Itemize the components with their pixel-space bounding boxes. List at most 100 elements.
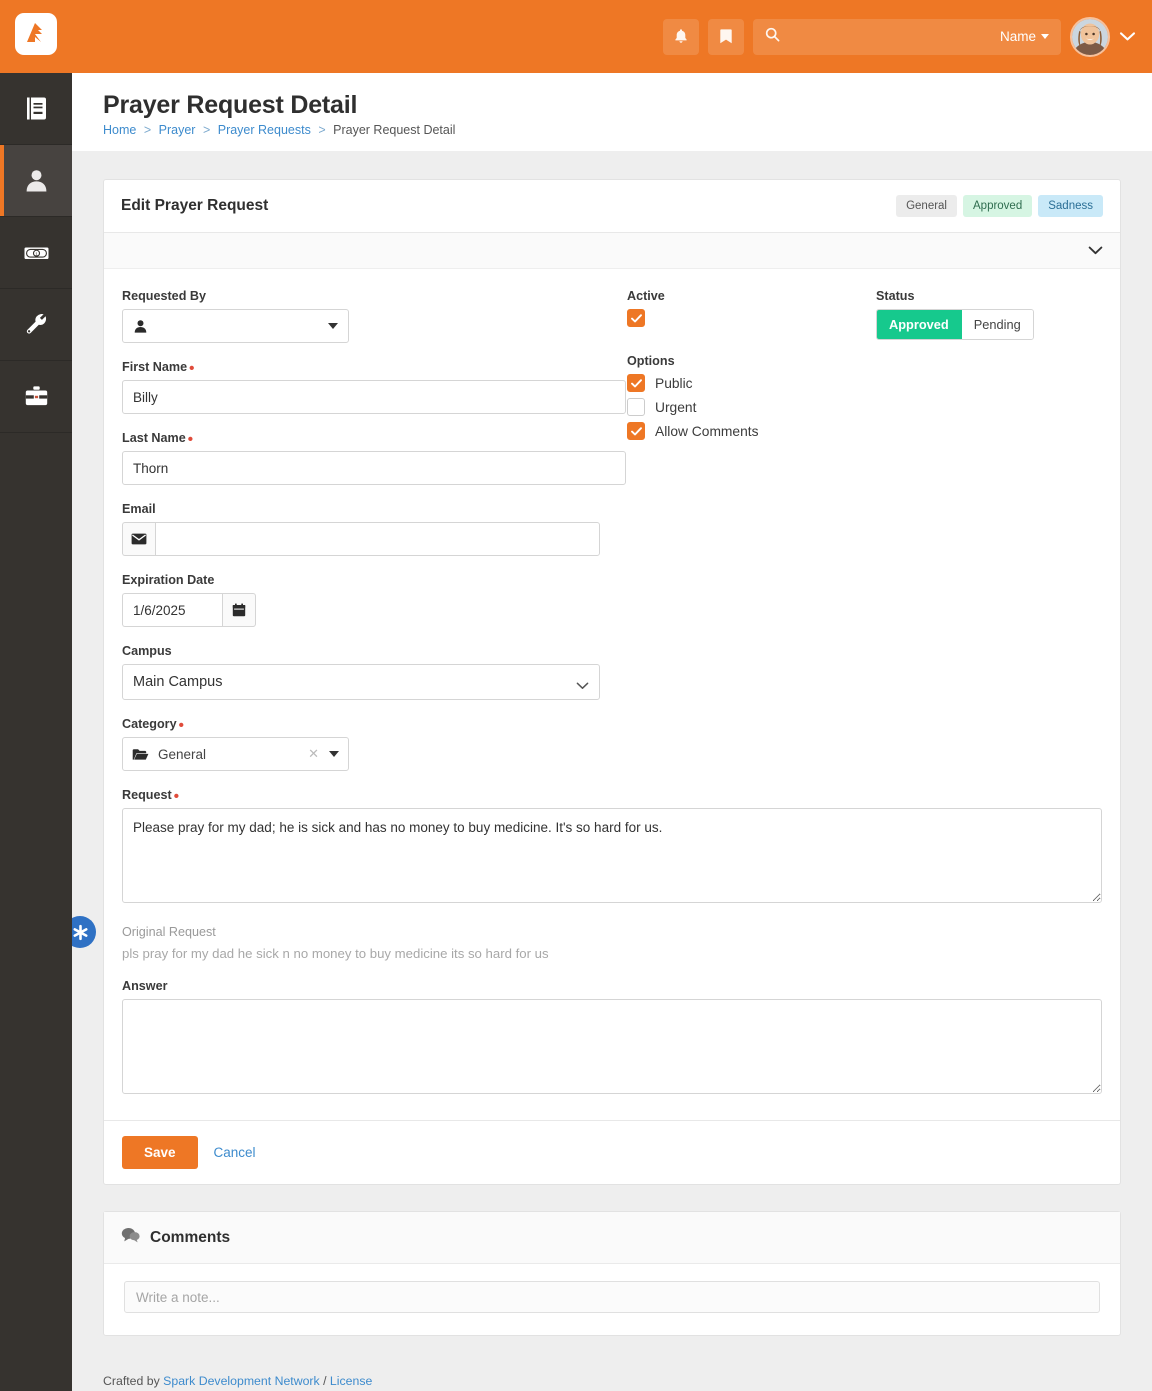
first-name-input[interactable]: [122, 380, 626, 414]
first-name-label: First Name •: [122, 360, 626, 376]
status-badge-approved: Approved: [963, 194, 1033, 218]
clear-x-icon[interactable]: ✕: [308, 746, 319, 762]
original-request-text: pls pray for my dad he sick n no money t…: [122, 946, 549, 961]
breadcrumb-separator: >: [202, 122, 211, 137]
status-badge-general: General: [896, 194, 957, 218]
asterisk-icon: [72, 916, 96, 948]
notifications-button[interactable]: [663, 18, 699, 55]
status-badge-sadness: Sadness: [1038, 194, 1103, 218]
save-button[interactable]: Save: [122, 1136, 198, 1169]
cancel-button[interactable]: Cancel: [214, 1145, 256, 1160]
chevron-down-icon: [1088, 246, 1103, 255]
email-input[interactable]: [154, 522, 600, 556]
email-label: Email: [122, 502, 156, 516]
category-group: Category • General ✕: [122, 717, 626, 771]
money-bill-icon: 1: [24, 247, 48, 259]
person-icon: [26, 170, 46, 192]
note-input[interactable]: [124, 1281, 1100, 1313]
bookmarks-button[interactable]: [708, 18, 744, 55]
toolbox-icon: [25, 386, 47, 406]
active-group: Active: [627, 289, 876, 327]
panel-title: Edit Prayer Request: [121, 197, 269, 214]
category-label-text: Category: [122, 717, 177, 731]
check-icon: [630, 426, 642, 435]
panel-footer-actions: Save Cancel: [104, 1120, 1120, 1184]
avatar[interactable]: [1070, 16, 1110, 57]
bell-icon: [675, 29, 687, 43]
breadcrumb-item-prayer-requests[interactable]: Prayer Requests: [218, 123, 311, 137]
search-scope-label: Name: [999, 29, 1036, 44]
breadcrumb-item-prayer[interactable]: Prayer: [159, 123, 196, 137]
sidebar-item-people[interactable]: [0, 145, 72, 217]
first-name-label-text: First Name: [122, 360, 188, 374]
category-value: General: [158, 746, 207, 762]
option-checkbox-public[interactable]: [627, 374, 645, 392]
option-row-allow-comments: Allow Comments: [627, 422, 876, 440]
page-header: Prayer Request Detail Home > Prayer > Pr…: [72, 73, 1152, 151]
request-label: Request •: [122, 788, 1102, 804]
active-checkbox[interactable]: [627, 309, 645, 327]
rock-rms-logo[interactable]: [15, 13, 57, 55]
search-input[interactable]: [780, 28, 1000, 45]
request-textarea[interactable]: [122, 808, 1102, 903]
form-left-column: Requested By First Name • Billy Last Nam…: [122, 289, 626, 788]
last-name-input[interactable]: [122, 451, 626, 485]
status-group: Status Approved Pending: [876, 289, 1102, 340]
status-toggle-approved[interactable]: Approved: [877, 310, 962, 339]
form-middle-column: Active Options Public Urgent Allow Comme…: [626, 289, 876, 788]
first-name-group: First Name •: [122, 360, 626, 414]
avatar-image: [1072, 18, 1108, 55]
bookmark-icon: [720, 29, 732, 44]
global-search-box[interactable]: Name: [753, 18, 1061, 55]
footer-prefix: Crafted by: [103, 1374, 164, 1388]
calendar-icon: [232, 603, 246, 617]
sidebar-item-tools[interactable]: [0, 289, 72, 361]
sidebar-item-finance[interactable]: 1: [0, 217, 72, 289]
breadcrumb-separator: >: [318, 122, 326, 137]
category-picker[interactable]: General ✕: [122, 737, 349, 771]
footer-org-link[interactable]: Spark Development Network: [163, 1374, 320, 1388]
caret-down-icon: [328, 323, 338, 329]
option-row-public: Public: [627, 374, 876, 392]
comments-icon: [121, 1227, 140, 1248]
requested-by-person-picker[interactable]: [122, 309, 349, 343]
option-checkbox-urgent[interactable]: [627, 398, 645, 416]
sidebar-item-cms[interactable]: [0, 73, 72, 145]
original-request-block: Original Request pls pray for my dad he …: [72, 916, 1102, 961]
rock-rms-logo-glyph: [27, 23, 42, 42]
svg-text:1: 1: [35, 252, 38, 257]
footer-license-link[interactable]: License: [330, 1374, 372, 1388]
comments-title: Comments: [150, 1228, 231, 1246]
status-toggle-group: Approved Pending: [876, 309, 1034, 340]
check-icon: [630, 378, 642, 387]
required-marker: •: [178, 717, 184, 734]
options-group: Options Public Urgent Allow Comments: [627, 354, 876, 440]
envelope-icon: [122, 522, 155, 556]
expiration-date-input[interactable]: [122, 593, 222, 627]
footer-credit: Crafted by Spark Development Network / L…: [103, 1374, 1121, 1388]
answer-textarea[interactable]: [122, 999, 1102, 1094]
panel-collapse-toggle[interactable]: [104, 233, 1120, 269]
search-scope-dropdown[interactable]: Name: [1000, 29, 1049, 44]
status-toggle-pending[interactable]: Pending: [961, 310, 1033, 339]
breadcrumb-item-home[interactable]: Home: [103, 123, 136, 137]
main-sidebar: 1: [0, 73, 72, 1391]
wrench-icon: [26, 313, 46, 334]
active-checkbox-row: [627, 309, 876, 327]
search-icon: [765, 27, 780, 47]
user-menu-button[interactable]: [1119, 31, 1136, 42]
footer-divider: /: [319, 1374, 330, 1388]
campus-group: Campus Main Campus: [122, 644, 626, 700]
calendar-picker-button[interactable]: [222, 593, 256, 627]
panel-body: Requested By First Name • Billy Last Nam…: [72, 269, 1120, 1120]
breadcrumb-separator: >: [143, 122, 152, 137]
option-label-allow-comments: Allow Comments: [655, 423, 759, 439]
sidebar-item-admin[interactable]: [0, 361, 72, 433]
campus-select[interactable]: Main Campus: [122, 664, 600, 700]
request-group: Request •: [122, 788, 1102, 908]
last-name-group: Last Name •: [122, 431, 626, 485]
last-name-label-text: Last Name: [122, 431, 186, 445]
expiration-date-group: Expiration Date: [122, 573, 626, 627]
email-group: Email: [122, 502, 626, 556]
option-checkbox-allow-comments[interactable]: [627, 422, 645, 440]
